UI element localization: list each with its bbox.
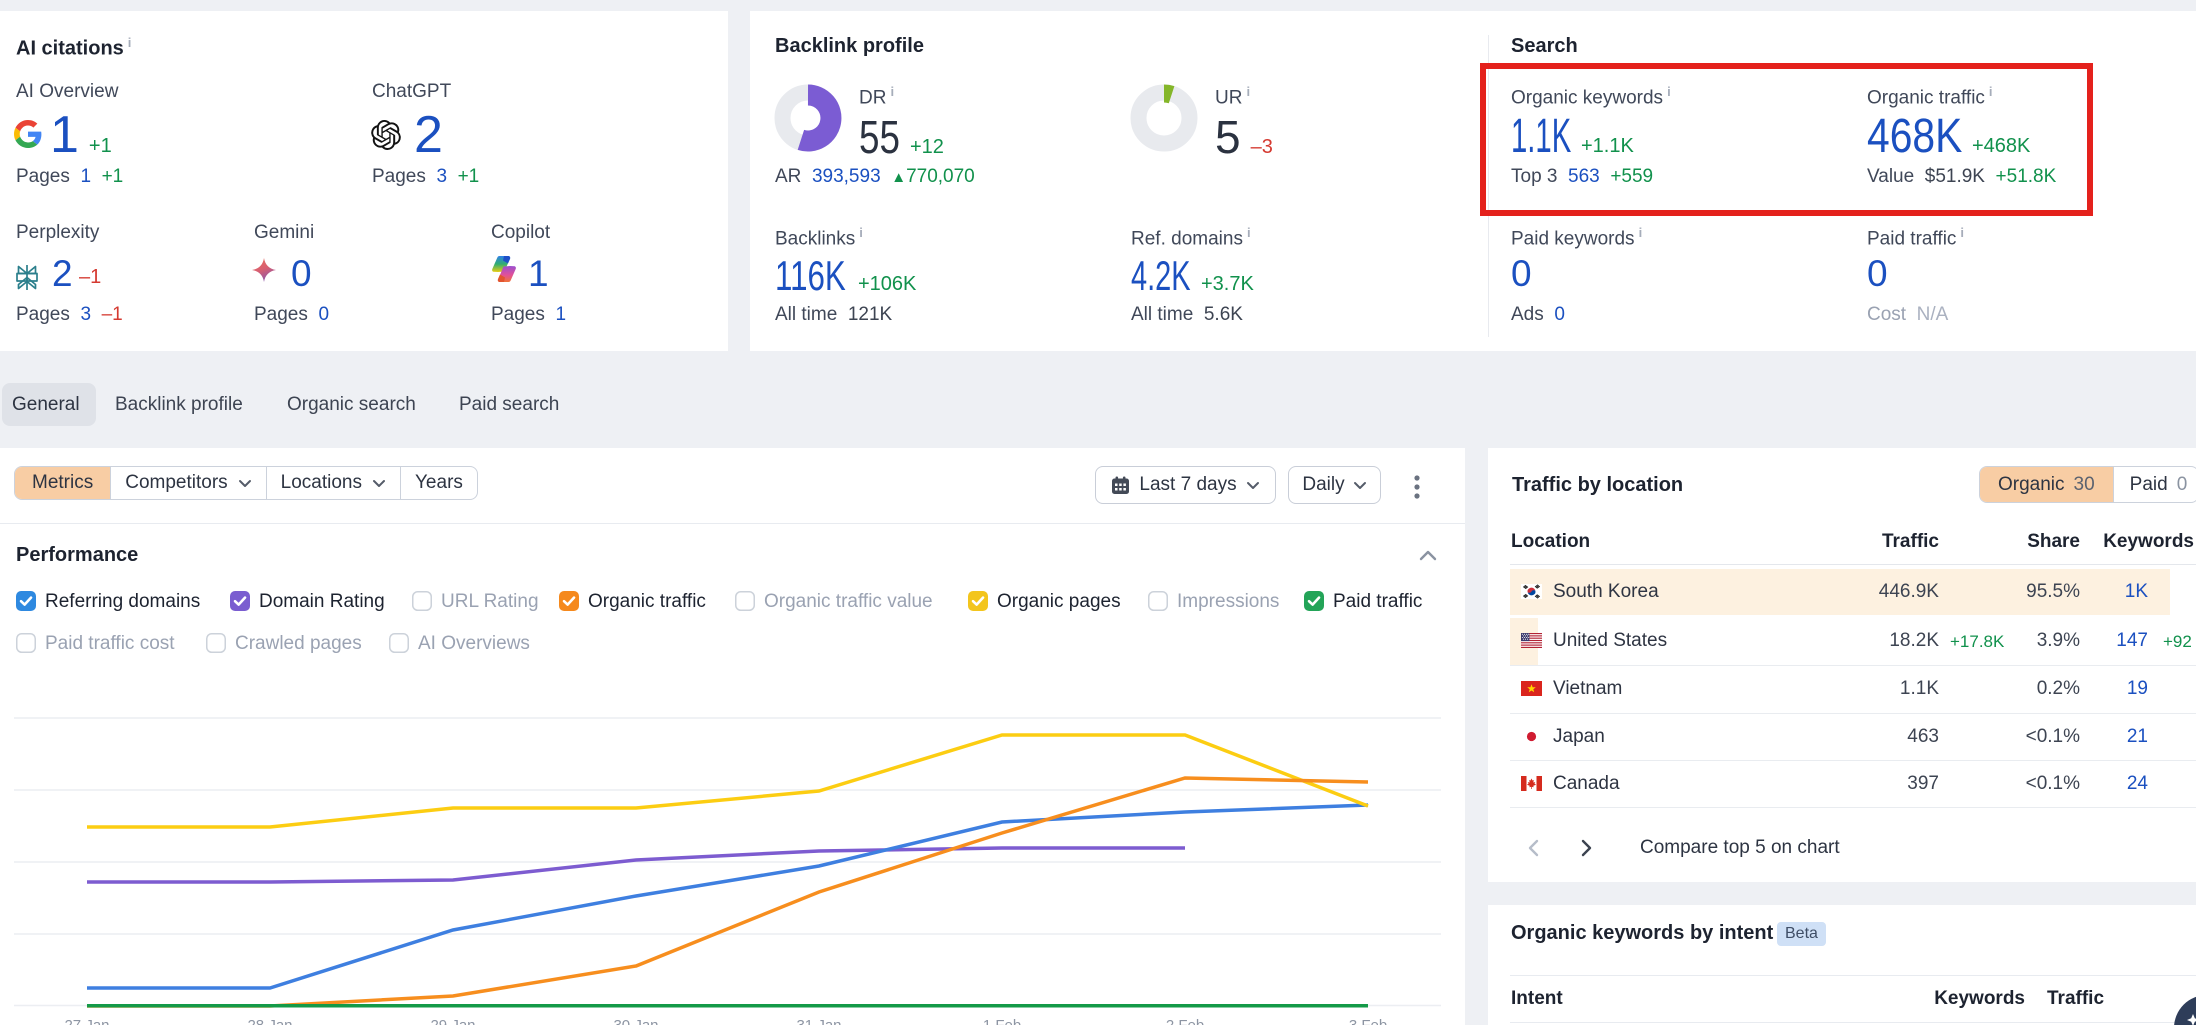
svg-text:30 Jan: 30 Jan — [613, 1017, 658, 1025]
svg-text:28 Jan: 28 Jan — [247, 1017, 292, 1025]
svg-text:3 Feb: 3 Feb — [1349, 1017, 1387, 1025]
svg-text:27 Jan: 27 Jan — [64, 1017, 109, 1025]
svg-text:31 Jan: 31 Jan — [796, 1017, 841, 1025]
svg-text:1 Feb: 1 Feb — [983, 1017, 1021, 1025]
svg-text:2 Feb: 2 Feb — [1166, 1017, 1204, 1025]
svg-text:29 Jan: 29 Jan — [430, 1017, 475, 1025]
